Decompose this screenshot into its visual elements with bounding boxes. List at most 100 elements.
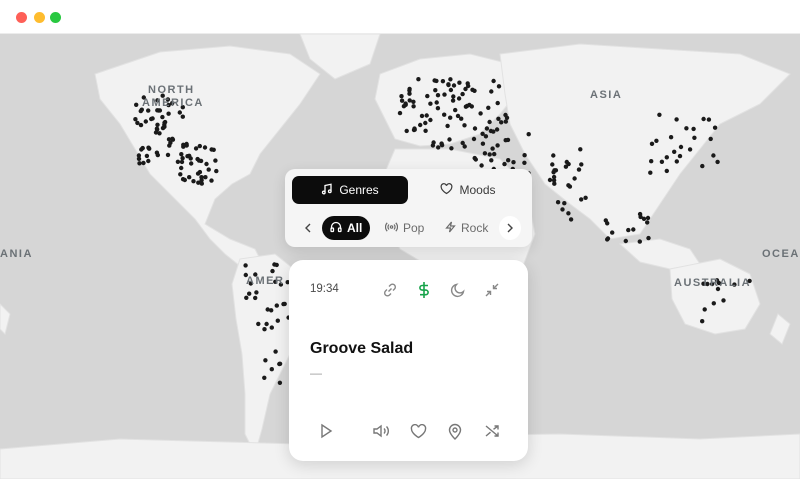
station-dot[interactable] <box>244 295 249 300</box>
station-dot[interactable] <box>412 126 417 131</box>
station-dot[interactable] <box>605 236 611 241</box>
station-dot[interactable] <box>411 104 416 109</box>
moon-icon[interactable] <box>448 280 468 300</box>
chevron-right-icon[interactable] <box>499 216 521 240</box>
station-dot[interactable] <box>425 93 430 99</box>
station-dot[interactable] <box>506 158 511 163</box>
station-dot[interactable] <box>494 127 500 132</box>
station-dot[interactable] <box>711 153 716 158</box>
station-dot[interactable] <box>491 78 496 84</box>
station-dot[interactable] <box>213 158 218 163</box>
station-dot[interactable] <box>397 110 403 116</box>
station-dot[interactable] <box>274 303 279 308</box>
station-dot[interactable] <box>677 153 683 159</box>
station-dot[interactable] <box>479 163 484 168</box>
chip-rock[interactable]: Rock <box>437 216 496 240</box>
station-dot[interactable] <box>399 98 405 103</box>
station-dot[interactable] <box>649 141 655 146</box>
station-dot[interactable] <box>179 159 185 165</box>
station-dot[interactable] <box>526 132 531 137</box>
station-dot[interactable] <box>134 102 139 108</box>
station-dot[interactable] <box>564 159 569 165</box>
station-dot[interactable] <box>654 138 659 143</box>
station-dot[interactable] <box>566 183 571 188</box>
station-dot[interactable] <box>664 155 669 160</box>
station-dot[interactable] <box>428 117 433 123</box>
station-dot[interactable] <box>203 175 208 180</box>
station-dot[interactable] <box>568 217 574 222</box>
station-dot[interactable] <box>448 87 454 93</box>
station-dot[interactable] <box>552 168 557 173</box>
station-dot[interactable] <box>404 128 409 134</box>
station-dot[interactable] <box>472 126 478 131</box>
station-dot[interactable] <box>269 325 274 330</box>
station-dot[interactable] <box>700 319 705 324</box>
station-dot[interactable] <box>180 156 185 161</box>
station-dot[interactable] <box>136 156 142 161</box>
station-dot[interactable] <box>178 172 183 177</box>
station-dot[interactable] <box>460 140 465 146</box>
station-dot[interactable] <box>649 159 654 164</box>
station-dot[interactable] <box>436 145 441 150</box>
station-dot[interactable] <box>263 358 268 363</box>
station-dot[interactable] <box>168 140 173 145</box>
station-dot[interactable] <box>273 349 278 354</box>
station-dot[interactable] <box>254 290 259 295</box>
station-dot[interactable] <box>180 114 185 119</box>
station-dot[interactable] <box>264 321 269 327</box>
maximize-window-button[interactable] <box>50 12 61 23</box>
station-dot[interactable] <box>247 291 252 296</box>
station-dot[interactable] <box>275 318 280 323</box>
station-dot[interactable] <box>175 159 181 164</box>
station-dot[interactable] <box>277 361 283 366</box>
minimize-icon[interactable] <box>482 280 502 300</box>
station-dot[interactable] <box>428 101 433 106</box>
station-dot[interactable] <box>202 145 208 150</box>
station-dot[interactable] <box>471 136 477 142</box>
shuffle-icon[interactable] <box>482 421 502 441</box>
station-dot[interactable] <box>399 94 404 99</box>
station-dot[interactable] <box>411 99 416 105</box>
station-dot[interactable] <box>489 89 494 94</box>
station-dot[interactable] <box>455 113 461 119</box>
station-dot[interactable] <box>572 176 577 181</box>
station-dot[interactable] <box>579 197 584 202</box>
station-dot[interactable] <box>133 117 138 122</box>
station-dot[interactable] <box>547 177 553 183</box>
station-dot[interactable] <box>449 146 454 151</box>
station-dot[interactable] <box>198 158 204 164</box>
station-dot[interactable] <box>146 158 151 164</box>
station-dot[interactable] <box>434 78 439 84</box>
station-dot[interactable] <box>451 94 456 99</box>
station-dot[interactable] <box>155 152 160 158</box>
station-dot[interactable] <box>484 126 490 131</box>
station-dot[interactable] <box>277 380 283 385</box>
station-dot[interactable] <box>442 92 447 97</box>
station-dot[interactable] <box>144 153 150 159</box>
station-dot[interactable] <box>583 195 588 200</box>
station-dot[interactable] <box>456 96 462 101</box>
station-dot[interactable] <box>141 160 146 166</box>
station-dot[interactable] <box>191 179 196 184</box>
station-dot[interactable] <box>197 143 202 149</box>
station-dot[interactable] <box>478 111 483 116</box>
chip-all[interactable]: All <box>322 216 371 240</box>
station-dot[interactable] <box>711 301 716 306</box>
station-dot[interactable] <box>155 122 160 128</box>
station-dot[interactable] <box>503 119 508 124</box>
station-dot[interactable] <box>555 200 561 205</box>
chip-pop[interactable]: Pop <box>377 216 432 240</box>
station-dot[interactable] <box>576 167 582 172</box>
station-dot[interactable] <box>499 120 504 125</box>
location-pin-icon[interactable] <box>445 421 465 441</box>
station-dot[interactable] <box>496 116 501 122</box>
station-dot[interactable] <box>563 164 569 169</box>
station-dot[interactable] <box>551 178 557 183</box>
station-dot[interactable] <box>416 77 421 82</box>
station-dot[interactable] <box>578 147 583 152</box>
station-dot[interactable] <box>551 153 556 158</box>
station-dot[interactable] <box>645 220 650 225</box>
station-dot[interactable] <box>486 105 491 111</box>
station-dot[interactable] <box>448 77 453 82</box>
station-dot[interactable] <box>712 125 718 130</box>
